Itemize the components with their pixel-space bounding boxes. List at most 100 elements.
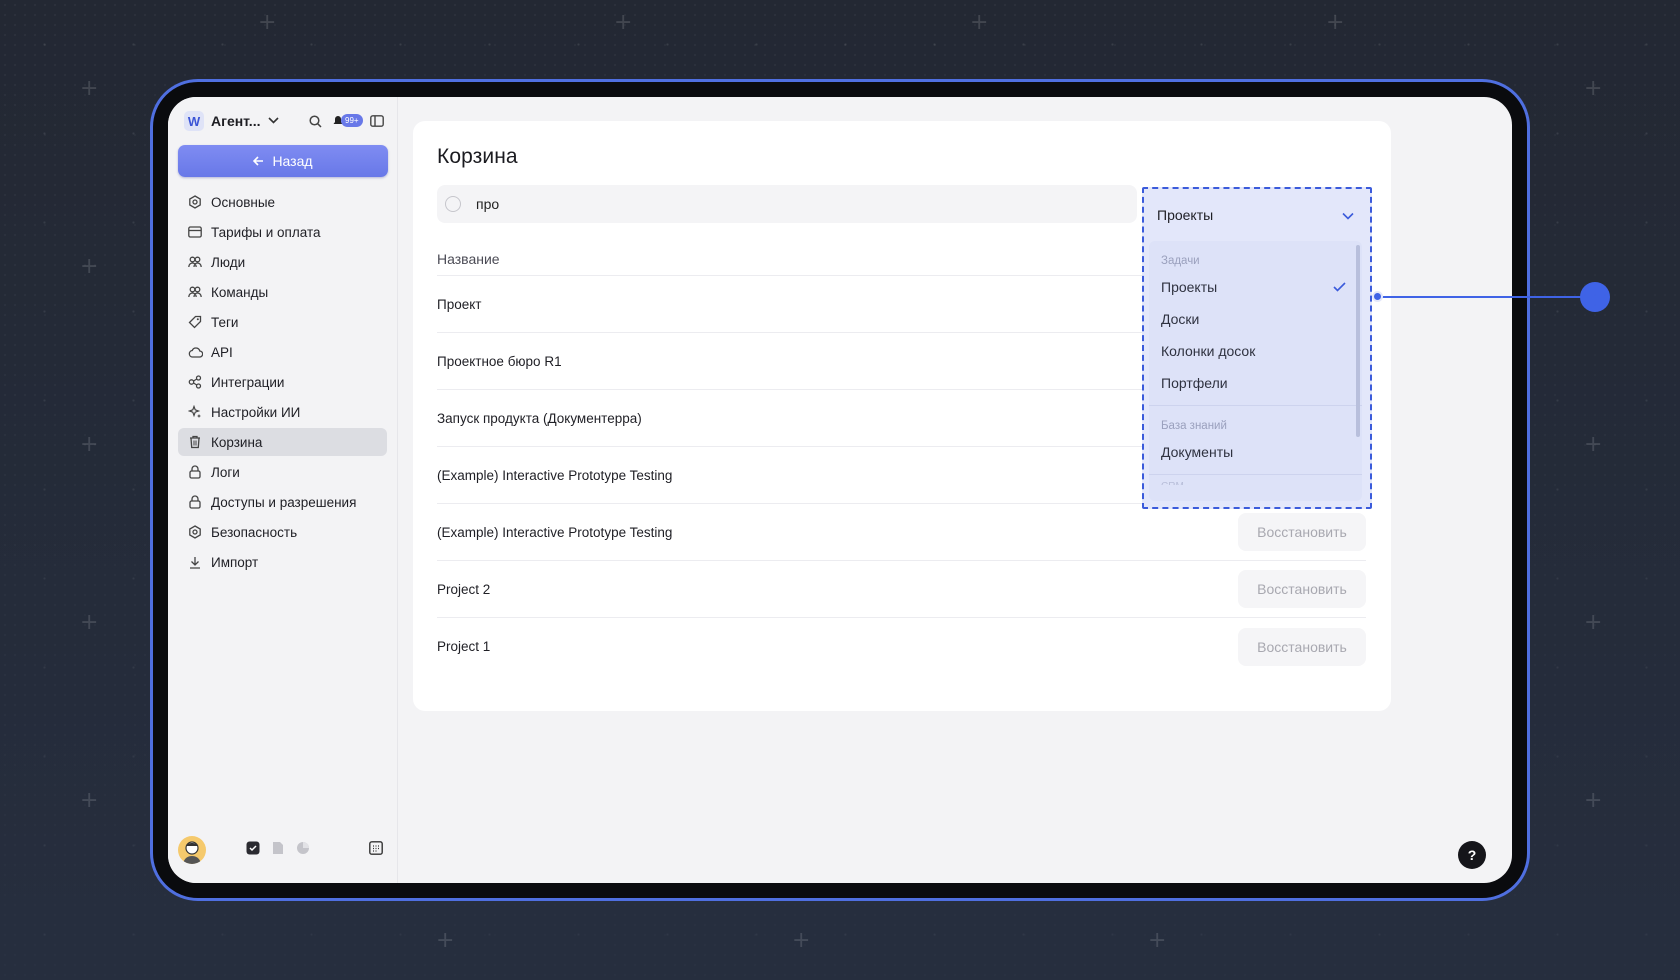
sidebar-item-label: Команды [211,284,269,300]
pie-chart-icon[interactable] [296,841,310,860]
sidebar-item-logs[interactable]: Логи [178,458,387,486]
sidebar-item-billing[interactable]: Тарифы и оплата [178,218,387,246]
sidebar-item-label: Интеграции [211,374,285,390]
download-icon [187,554,203,570]
dropdown-option-projects[interactable]: Проекты [1149,271,1362,303]
tasks-icon[interactable] [246,841,260,860]
type-filter-select[interactable]: Проекты [1144,189,1370,241]
annotation-marker [1580,282,1610,312]
dropdown-option-documents[interactable]: Документы [1149,436,1362,468]
workspace-name[interactable]: Агент... [211,113,260,129]
selected-value: Проекты [1157,207,1214,223]
dropdown-option-portfolios[interactable]: Портфели [1149,367,1362,399]
workspace-logo[interactable]: W [184,111,204,131]
option-label: Портфели [1161,375,1228,391]
trash-icon [187,434,203,450]
device-frame: W Агент... 99+ Назад Основные Тарифы и о… [150,79,1530,901]
sparkle-icon [187,404,203,420]
gear-icon [187,524,203,540]
search-input[interactable] [476,196,1076,212]
back-button-label: Назад [272,153,313,169]
people-icon [187,254,203,270]
notifications-badge: 99+ [341,114,363,127]
tag-icon [187,314,203,330]
page-title: Корзина [437,145,518,168]
search-icon[interactable] [307,113,323,129]
sidebar-item-label: Импорт [211,554,259,570]
sidebar-item-people[interactable]: Люди [178,248,387,276]
option-label: Доски [1161,311,1200,327]
option-label: Колонки досок [1161,343,1256,359]
sidebar-item-label: API [211,344,233,360]
dropdown-menu: Задачи Проекты Доски Колонки досок Портф… [1149,241,1362,501]
sidebar-item-label: Теги [211,314,239,330]
table-row: Project 2 Восстановить [437,561,1366,618]
item-name: Project 1 [437,639,491,654]
document-icon[interactable] [272,841,284,860]
sidebar-item-label: Люди [211,254,246,270]
cloud-icon [187,344,203,360]
restore-button[interactable]: Восстановить [1238,513,1366,551]
card-icon [187,224,203,240]
dropdown-group-label: Задачи [1161,255,1200,267]
avatar[interactable] [178,836,206,864]
app-screen: W Агент... 99+ Назад Основные Тарифы и о… [168,97,1512,883]
sidebar-item-label: Тарифы и оплата [211,224,321,240]
chevron-down-icon[interactable] [268,115,280,127]
sidebar-item-teams[interactable]: Команды [178,278,387,306]
sidebar-item-permissions[interactable]: Доступы и разрешения [178,488,387,516]
lock-icon [187,494,203,510]
restore-button[interactable]: Восстановить [1238,627,1366,666]
dropdown-option-boards[interactable]: Доски [1149,303,1362,335]
table-row: Project 1 Восстановить [437,618,1366,675]
settings-nav: Основные Тарифы и оплата Люди Команды Те… [178,188,387,576]
sidebar-item-integrations[interactable]: Интеграции [178,368,387,396]
main-content: Корзина Название Проект Проектное бюро R… [398,97,1512,883]
sidebar-item-api[interactable]: API [178,338,387,366]
sidebar-item-general[interactable]: Основные [178,188,387,216]
chevron-down-icon [1342,207,1354,223]
sidebar-footer [178,835,387,865]
item-name: Project 2 [437,581,491,597]
sidebar-item-label: Доступы и разрешения [211,494,357,510]
sidebar-item-label: Корзина [211,434,263,450]
arrow-left-icon [253,156,264,166]
gear-icon [187,194,203,210]
table-row: (Example) Interactive Prototype Testing … [437,504,1366,561]
option-label: Документы [1161,444,1234,460]
dropdown-group-label: База знаний [1161,420,1227,432]
back-button[interactable]: Назад [178,145,388,177]
workspace-header: W Агент... 99+ [178,107,387,135]
lock-icon [187,464,203,480]
sidebar-item-import[interactable]: Импорт [178,548,387,576]
integrations-icon [187,374,203,390]
sidebar-item-security[interactable]: Безопасность [178,518,387,546]
option-label: Проекты [1161,279,1218,295]
sidebar-item-ai-settings[interactable]: Настройки ИИ [178,398,387,426]
restore-button[interactable]: Восстановить [1238,570,1366,608]
sidebar-item-label: Основные [211,194,276,210]
notifications-button[interactable]: 99+ [333,113,363,129]
team-icon [187,284,203,300]
sidebar-item-label: Логи [211,464,240,480]
annotation-line [1377,296,1596,298]
search-bar [437,185,1137,223]
item-name: (Example) Interactive Prototype Testing [437,524,673,540]
dropdown-group-label: CRM [1149,475,1362,485]
sidebar-item-label: Безопасность [211,524,298,540]
sidebar: W Агент... 99+ Назад Основные Тарифы и о… [168,97,398,883]
dropdown-scrollbar[interactable] [1356,245,1360,437]
check-icon [1333,279,1346,295]
user-avatar-icon [183,841,201,864]
search-icon [445,196,461,212]
sidebar-item-tags[interactable]: Теги [178,308,387,336]
sidebar-item-trash[interactable]: Корзина [178,428,387,456]
calendar-icon[interactable] [369,840,383,860]
dropdown-option-board-columns[interactable]: Колонки досок [1149,335,1362,367]
help-button[interactable]: ? [1458,841,1486,869]
trash-card: Корзина Название Проект Проектное бюро R… [413,121,1391,711]
annotation-anchor [1372,291,1383,302]
sidebar-item-label: Настройки ИИ [211,404,301,420]
sidebar-toggle-icon[interactable] [369,113,385,129]
type-filter-dropdown: Проекты Задачи Проекты Доски Колонки дос… [1142,187,1372,509]
